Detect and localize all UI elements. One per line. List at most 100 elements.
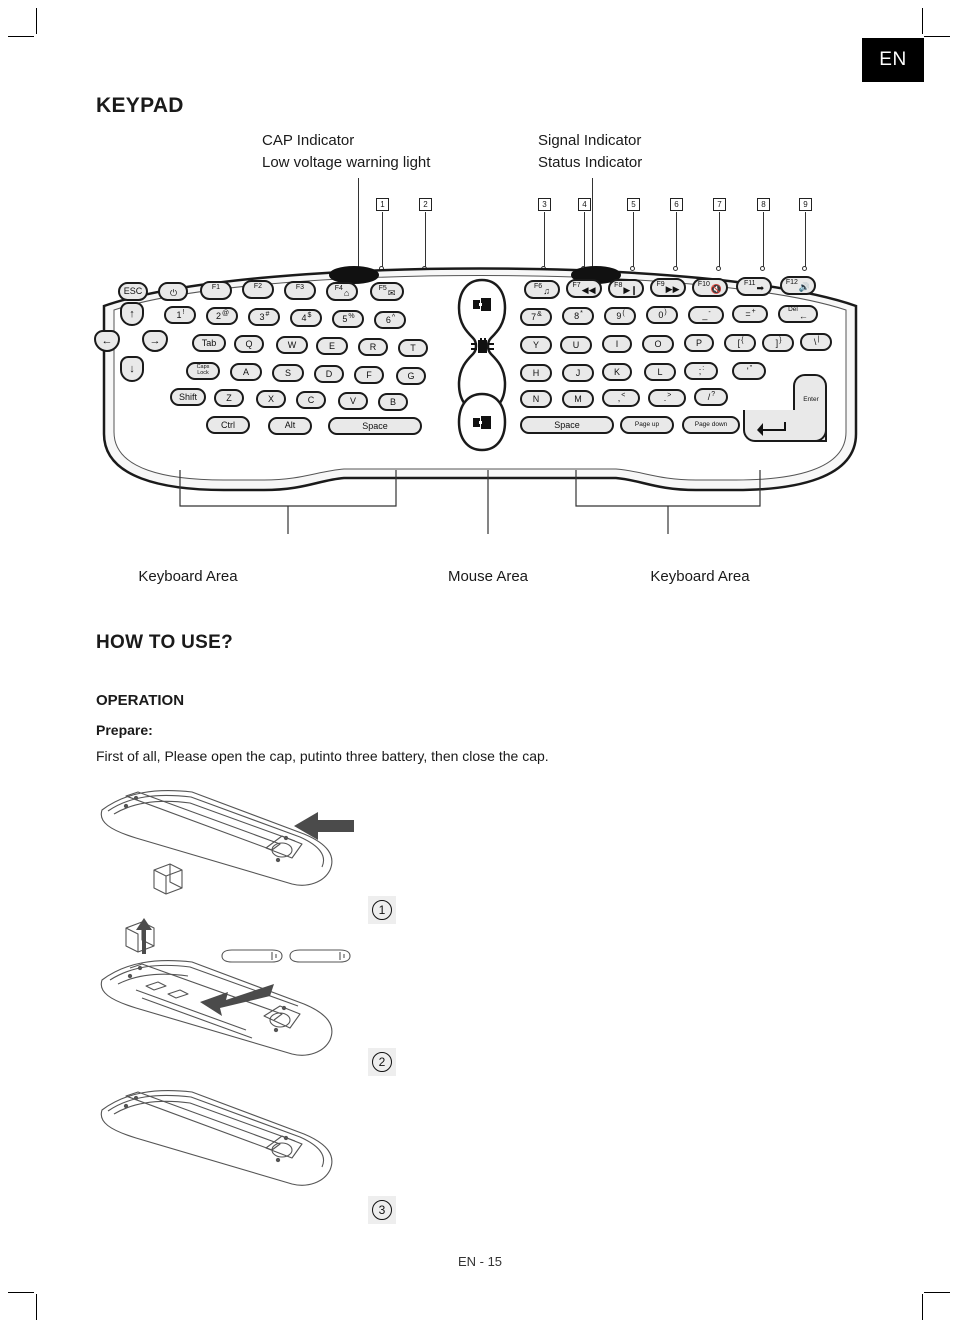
mouse-area-control[interactable] — [451, 276, 513, 456]
key-key[interactable]: ]} — [762, 334, 794, 352]
key-key[interactable]: = + — [732, 305, 768, 323]
mute-icon: 🔇 — [710, 284, 723, 294]
callout-3: 3 — [538, 198, 551, 211]
key-key[interactable]: /? — [694, 388, 728, 406]
key-l[interactable]: L — [644, 363, 676, 381]
key-label: Del — [788, 305, 798, 313]
key-page-up[interactable]: Page up — [620, 416, 674, 434]
key-b[interactable]: B — [378, 393, 408, 411]
key-label: F3 — [295, 284, 305, 291]
key-h[interactable]: H — [520, 364, 552, 382]
key-a[interactable]: A — [230, 363, 262, 381]
cap-indicator-line-2: Low voltage warning light — [262, 153, 431, 171]
key-f10[interactable]: F10 🔇 — [692, 278, 728, 297]
key-q[interactable]: Q — [234, 335, 264, 353]
key-del[interactable]: Del ← — [778, 305, 818, 323]
key-f5[interactable]: F5 ✉ — [370, 282, 404, 301]
key-5[interactable]: 5% — [332, 310, 364, 328]
key-7[interactable]: 7 & — [520, 308, 552, 326]
key-label: Caps Lock — [196, 364, 210, 376]
key-f11[interactable]: F11 ➡ — [736, 277, 772, 296]
key-key[interactable]: ;: — [684, 362, 718, 380]
key-key[interactable]: ' " — [732, 362, 766, 380]
key-j[interactable]: J — [562, 364, 594, 382]
callout-1: 1 — [376, 198, 389, 211]
key-1[interactable]: 1! — [164, 306, 196, 324]
key-ctrl[interactable]: Ctrl — [206, 416, 250, 434]
up-arrow-key[interactable]: ↑ — [120, 302, 144, 326]
key-o[interactable]: O — [642, 335, 674, 353]
key-x[interactable]: X — [256, 390, 286, 408]
key-f3[interactable]: F3 — [284, 281, 316, 300]
down-arrow-key[interactable]: ↓ — [120, 356, 144, 382]
key-key[interactable]: . > — [648, 389, 686, 407]
key-space[interactable]: Space — [328, 417, 422, 435]
key-caps-lock[interactable]: Caps Lock — [186, 362, 220, 380]
key-m[interactable]: M — [562, 390, 594, 408]
key-label: P — [695, 337, 702, 348]
key-d[interactable]: D — [314, 365, 344, 383]
key-label: 6 — [385, 314, 391, 325]
key-f2[interactable]: F2 — [242, 280, 274, 299]
key-f7[interactable]: F7 ◀◀ — [566, 279, 602, 298]
key-e[interactable]: E — [316, 337, 348, 355]
key-9[interactable]: 9( — [604, 307, 636, 325]
key-p[interactable]: P — [684, 334, 714, 352]
key-v[interactable]: V — [338, 392, 368, 410]
key-key[interactable]: _ - — [688, 306, 724, 324]
key-key[interactable]: \ | — [800, 333, 832, 351]
key-alt[interactable]: Alt — [268, 416, 312, 435]
key-space[interactable]: Space — [520, 416, 614, 434]
key-page-down[interactable]: Page down — [682, 416, 740, 434]
key-i[interactable]: I — [602, 335, 632, 353]
key-f6[interactable]: F6 ♫ — [524, 280, 560, 299]
key-f12[interactable]: F12 🔊 — [780, 276, 816, 295]
key-tab[interactable]: Tab — [192, 334, 226, 352]
battery-step-1-illustration — [100, 790, 354, 895]
battery-install-illustrations: 1 2 3 — [96, 778, 426, 1248]
key-label: / — [707, 391, 711, 402]
key-f4[interactable]: F4 ⌂ — [326, 282, 358, 301]
key-label: F5 — [378, 285, 387, 292]
key-label: . — [663, 392, 667, 403]
key-w[interactable]: W — [276, 336, 308, 354]
key-4[interactable]: 4 $ — [290, 309, 322, 327]
key-g[interactable]: G — [396, 367, 426, 385]
key-k[interactable]: K — [602, 363, 632, 381]
key-z[interactable]: Z — [214, 389, 244, 407]
key-esc[interactable]: ESC — [118, 282, 148, 301]
key-n[interactable]: N — [520, 390, 552, 408]
key-f1[interactable]: F1 — [200, 281, 232, 300]
up-arrow-key-icon: ↑ — [129, 307, 135, 320]
key-f[interactable]: F — [354, 366, 384, 384]
key-label: Shift — [178, 391, 197, 402]
key-0[interactable]: 0) — [646, 306, 678, 324]
key-power-icon[interactable]: ⏻ — [158, 282, 188, 301]
key-t[interactable]: T — [398, 339, 428, 357]
key-label: ' — [746, 365, 749, 376]
key-u[interactable]: U — [560, 336, 592, 354]
key-label: U — [572, 339, 580, 350]
key-y[interactable]: Y — [520, 336, 552, 354]
key-shift[interactable]: Shift — [170, 388, 206, 406]
key-f9[interactable]: F9 ▶▶ — [650, 278, 686, 297]
key-r[interactable]: R — [358, 338, 388, 356]
key-key[interactable]: [{ — [724, 334, 756, 352]
key-f8[interactable]: F8 ▶❙ — [608, 279, 644, 298]
key-label: F — [366, 369, 372, 380]
crop-mark-bottom-right — [922, 1294, 923, 1320]
key-8[interactable]: 8 * — [562, 307, 594, 325]
key-label: Q — [245, 338, 253, 349]
key-c[interactable]: C — [296, 391, 326, 409]
crop-mark-top-left — [36, 8, 37, 34]
callout-4: 4 — [578, 198, 591, 211]
key-shift-label: > — [667, 391, 672, 399]
key-6[interactable]: 6 ^ — [374, 311, 406, 329]
key-key[interactable]: , < — [602, 389, 640, 407]
key-s[interactable]: S — [272, 364, 304, 382]
rewind-icon: ◀◀ — [581, 285, 596, 295]
key-2[interactable]: 2 @ — [206, 307, 238, 325]
key-3[interactable]: 3 # — [248, 308, 280, 326]
prepare-heading: Prepare: — [96, 722, 153, 738]
key-label: F10 — [697, 281, 710, 288]
